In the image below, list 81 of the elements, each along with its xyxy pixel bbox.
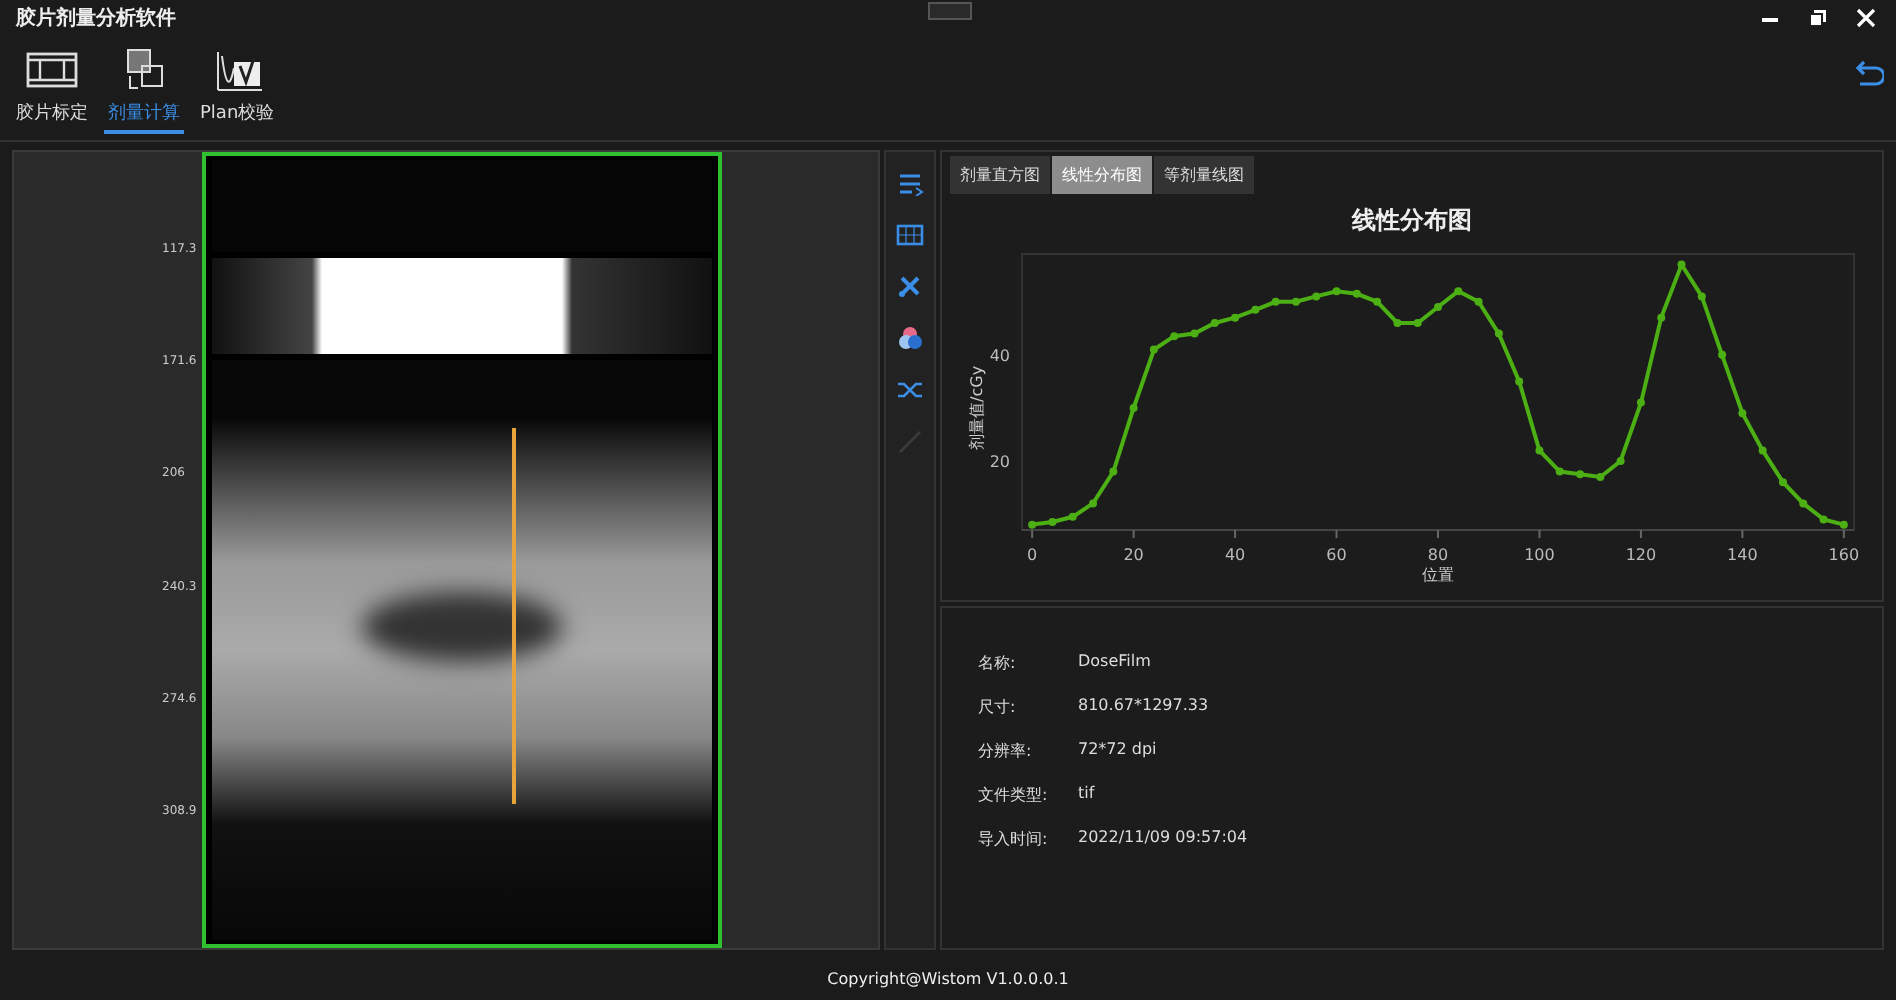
point (1576, 470, 1585, 479)
point (1028, 520, 1037, 529)
point (1596, 472, 1605, 481)
point (1657, 313, 1666, 322)
info-label: 分辨率: (978, 740, 1034, 762)
point (1738, 409, 1747, 418)
module-tab[interactable]: Plan校验 (196, 44, 279, 134)
chart-title: 线性分布图 (1349, 204, 1474, 238)
point (1677, 260, 1686, 269)
x-tick-label: 80 (1427, 546, 1449, 564)
color-circles-icon (896, 324, 924, 352)
y-tick-label: 40 (989, 346, 1010, 365)
point (1718, 350, 1727, 359)
point (1758, 446, 1767, 455)
point (1210, 319, 1219, 327)
y-axis-label: 剂量值/cGy (968, 365, 986, 450)
x-tick-label: 40 (1224, 546, 1246, 564)
chart-tab[interactable]: 等剂量线图 (1154, 156, 1254, 194)
cross-icon (896, 272, 924, 300)
point (1454, 287, 1463, 296)
back-button[interactable] (1852, 60, 1884, 88)
x-axis-label: 位置 (1422, 566, 1454, 584)
point (1373, 297, 1382, 306)
module-tab[interactable]: 胶片标定 (12, 44, 92, 134)
info-value: DoseFilm (1078, 652, 1151, 674)
point (1251, 305, 1260, 314)
point (1129, 403, 1138, 412)
point (1271, 297, 1280, 306)
point (1799, 499, 1808, 508)
point (1231, 313, 1240, 322)
copyright-text: Copyright@Wistom V1.0.0.0.1 (827, 969, 1069, 987)
line-icon (896, 428, 924, 456)
window-title: 胶片剂量分析软件 (16, 4, 176, 32)
x-tick-label: 120 (1625, 546, 1657, 564)
grid-icon (896, 220, 924, 248)
point (1190, 329, 1199, 338)
point (1170, 332, 1179, 341)
point (1636, 398, 1645, 407)
point (1413, 319, 1422, 327)
x-tick-label: 100 (1524, 546, 1555, 564)
x-tick-label: 140 (1727, 546, 1758, 564)
point (1555, 467, 1564, 476)
info-value: tif (1078, 784, 1095, 806)
info-label: 名称: (978, 652, 1018, 674)
info-value: 2022/11/09 09:57:04 (1078, 828, 1248, 850)
point (1291, 297, 1300, 306)
point (1048, 518, 1057, 527)
x-tick-label: 60 (1326, 546, 1347, 564)
point (1778, 478, 1787, 487)
point (1089, 499, 1098, 508)
chart-tab[interactable]: 剂量直方图 (950, 156, 1050, 194)
point (1312, 292, 1321, 301)
point (1109, 467, 1118, 476)
point (1616, 457, 1625, 465)
point (1149, 345, 1158, 354)
info-label: 尺寸: (978, 696, 1018, 718)
info-label: 文件类型: (978, 784, 1050, 806)
point (1839, 520, 1848, 529)
point (1819, 515, 1828, 524)
info-label: 导入时间: (978, 828, 1050, 850)
point (1535, 446, 1544, 455)
x-tick-label: 160 (1828, 546, 1860, 564)
x-tick-label: 0 (1027, 546, 1038, 564)
restore-icon (1808, 8, 1828, 28)
point (1494, 329, 1503, 338)
point (1474, 297, 1483, 306)
drag-handle[interactable] (928, 2, 972, 20)
module-tab[interactable]: 剂量计算 (104, 44, 184, 134)
point (1393, 319, 1402, 327)
point (1434, 303, 1442, 312)
x-tick-label: 20 (1123, 546, 1144, 564)
point (1515, 377, 1524, 386)
point (1332, 287, 1341, 296)
undo-icon (1852, 60, 1884, 88)
info-value: 810.67*1297.33 (1078, 696, 1209, 718)
point (1697, 292, 1706, 301)
point (1352, 289, 1361, 298)
close-icon (1856, 8, 1876, 28)
y-tick-label: 20 (989, 453, 1010, 471)
point (1068, 512, 1077, 521)
info-value: 72*72 dpi (1078, 740, 1157, 762)
